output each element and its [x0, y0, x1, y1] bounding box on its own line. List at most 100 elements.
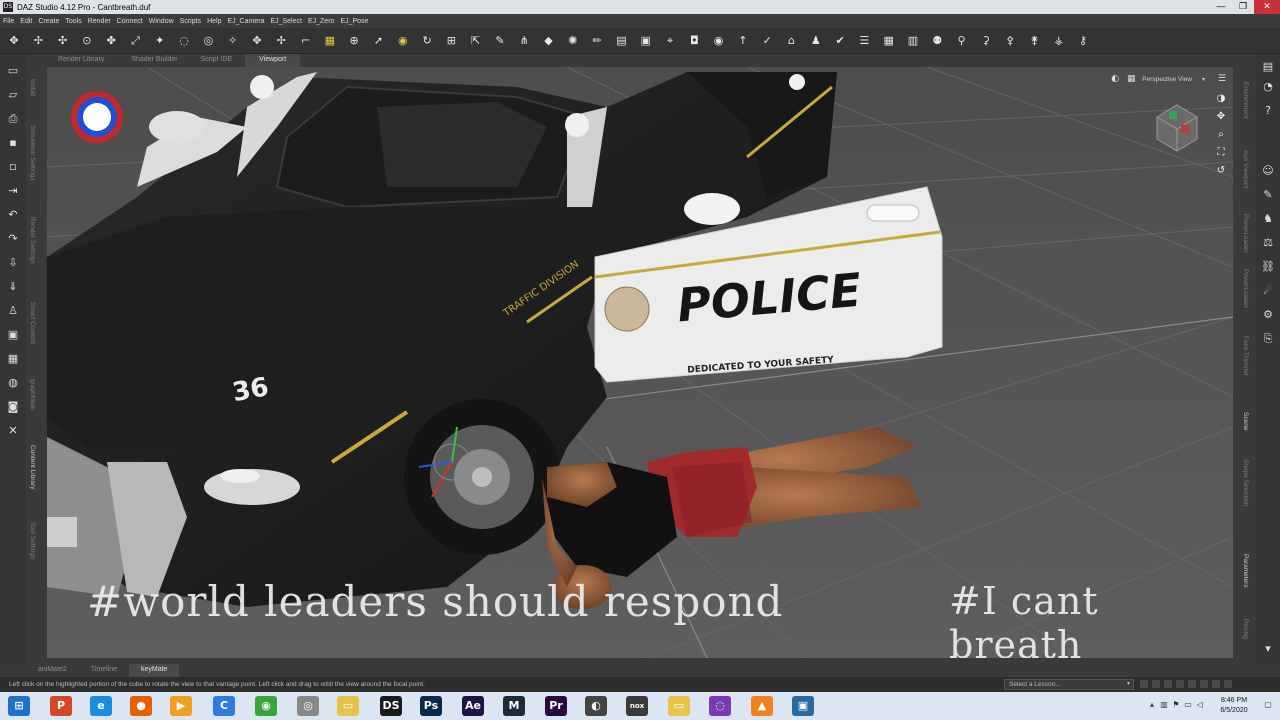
tab-simulation-settings[interactable]: Simulation Settings [29, 125, 36, 181]
taskbar-clock[interactable]: 8:46 PM 6/5/2020 [1216, 696, 1252, 716]
layout-icon[interactable]: ▥ [905, 33, 921, 49]
ccleaner-app[interactable]: C [213, 696, 235, 716]
render-icon[interactable]: ◍ [6, 376, 20, 390]
steam-app[interactable]: ◐ [585, 696, 607, 716]
open-file-icon[interactable]: ▱ [6, 88, 20, 102]
rotate-view-icon[interactable]: ↻ [419, 33, 435, 49]
physics-icon[interactable]: ☄ [1261, 284, 1275, 298]
import-icon[interactable]: ⇓ [6, 280, 20, 294]
scroll-down-icon[interactable]: ▾ [1261, 642, 1275, 656]
settings-app[interactable]: ◎ [297, 696, 319, 716]
ik-icon[interactable]: ⛓ [1261, 260, 1275, 274]
tab-viewport[interactable]: Viewport [245, 54, 301, 67]
tab-powerloader[interactable]: PowerLoader [1242, 214, 1249, 253]
tab-posing[interactable]: Posing [1242, 619, 1249, 639]
new-file-icon[interactable]: ▭ [6, 64, 20, 78]
flag-icon[interactable]: ⚑ [1172, 701, 1180, 709]
tab-aux-viewport[interactable]: Aux Viewport [1242, 150, 1249, 188]
translate-icon[interactable]: ✤ [103, 33, 119, 49]
merge-icon[interactable]: ⎙ [6, 112, 20, 126]
run-icon[interactable]: ⚲ [954, 33, 970, 49]
user-icon[interactable]: ◔ [1261, 80, 1275, 94]
up-arrow-icon[interactable]: ↑ [735, 33, 751, 49]
lesson-options-button[interactable] [1212, 680, 1220, 688]
bend-icon[interactable]: ⋔ [516, 33, 532, 49]
close-panel-icon[interactable]: ✕ [6, 424, 20, 438]
network-icon[interactable]: ▥ [1160, 701, 1168, 709]
joint-editor-icon[interactable]: ✣ [55, 33, 71, 49]
vlc-app[interactable]: ▲ [751, 696, 773, 716]
tab-animate2[interactable]: aniMate2 [26, 664, 79, 677]
figure-pose-icon[interactable]: ♙ [6, 304, 20, 318]
tab-render-settings[interactable]: Render Settings [29, 217, 36, 264]
start-button[interactable]: ⊞ [8, 696, 30, 716]
node-selection-icon[interactable]: ✥ [6, 33, 22, 49]
node-picker-icon[interactable]: ⌖ [662, 33, 678, 49]
display-app[interactable]: ▣ [792, 696, 814, 716]
figure-icon[interactable]: ♟ [808, 33, 824, 49]
brush-tool-icon[interactable]: ✎ [1261, 188, 1275, 202]
surface-selection-icon[interactable]: ◎ [200, 33, 216, 49]
dance-icon[interactable]: ⚵ [1026, 33, 1042, 49]
chrome-app[interactable]: ◉ [255, 696, 277, 716]
scale-icon[interactable]: ⤢ [127, 33, 143, 49]
menu-file[interactable]: File [3, 18, 14, 25]
tab-environment[interactable]: Environment [1242, 82, 1249, 119]
node-weight-icon[interactable]: ✦ [152, 33, 168, 49]
menu-ej-camera[interactable]: EJ_Camera [227, 18, 264, 25]
camera-selector[interactable]: Perspective View [1142, 76, 1192, 83]
pointer-icon[interactable]: ➚ [370, 33, 386, 49]
weight-icon[interactable]: ⚖ [1261, 236, 1275, 250]
tab-tool-settings[interactable]: Tool Settings [29, 522, 36, 559]
universal-tool-icon[interactable]: ✢ [30, 33, 46, 49]
settings-gear-icon[interactable]: ⚙ [1261, 308, 1275, 322]
tab-graphmate[interactable]: graphMate [29, 379, 36, 410]
notifications-icon[interactable]: ▢ [1262, 701, 1274, 709]
active-pose-icon[interactable]: ✢ [273, 33, 289, 49]
menu-ej-zero[interactable]: EJ_Zero [308, 18, 334, 25]
smart-content-icon[interactable]: ▦ [6, 352, 20, 366]
pose-tool-icon[interactable]: ✧ [225, 33, 241, 49]
tab-shape-selection[interactable]: Shape Selection [1242, 459, 1249, 506]
volume-icon[interactable]: ◁ [1196, 701, 1204, 709]
pose-icon[interactable]: ⚉ [929, 33, 945, 49]
menu-edit[interactable]: Edit [20, 18, 32, 25]
save-icon[interactable]: ▪ [6, 136, 20, 150]
menu-scripts[interactable]: Scripts [180, 18, 201, 25]
viewport[interactable]: 36 TRAFFIC DIVISION POLICE DEDICATED TO … [47, 67, 1233, 658]
folder-app[interactable]: ▭ [668, 696, 690, 716]
hat-icon[interactable]: ⌂ [784, 33, 800, 49]
brush-icon[interactable]: ✏ [589, 33, 605, 49]
collapse-icon[interactable]: ▤ [1261, 60, 1275, 74]
light-icon[interactable]: ✺ [565, 33, 581, 49]
after-effects-app[interactable]: Ae [462, 696, 484, 716]
move-view-icon[interactable]: ⊞ [443, 33, 459, 49]
tab-install[interactable]: Install [29, 79, 36, 96]
tab-render-library[interactable]: Render Library [26, 54, 117, 67]
target-icon[interactable]: ⊕ [346, 33, 362, 49]
tab-parameters[interactable]: Parameters [1242, 554, 1249, 588]
zoom-icon[interactable]: ⌕ [1215, 129, 1227, 141]
grid-icon[interactable]: ▦ [881, 33, 897, 49]
redo-icon[interactable]: ↷ [6, 232, 20, 246]
frame-icon[interactable]: ⛶ [1215, 147, 1227, 159]
tab-keymate[interactable]: keyMate [129, 664, 180, 677]
camera-icon[interactable]: ◘ [686, 33, 702, 49]
list-icon[interactable]: ☰ [856, 33, 872, 49]
tab-face-transfer[interactable]: Face Transfer [1242, 336, 1249, 376]
viewport-options-icon[interactable]: ☰ [1217, 74, 1227, 84]
explorer-app[interactable]: ▭ [337, 696, 359, 716]
tab-timeline[interactable]: Timeline [79, 664, 129, 677]
scale-view-icon[interactable]: ⇱ [468, 33, 484, 49]
export-icon[interactable]: ⇥ [6, 184, 20, 198]
geometry-editor-icon[interactable]: ◌ [176, 33, 192, 49]
premiere-app[interactable]: Pr [545, 696, 567, 716]
lesson-play-button[interactable] [1164, 680, 1172, 688]
browser-app[interactable]: ◌ [709, 696, 731, 716]
spot-render-icon[interactable]: ◉ [395, 33, 411, 49]
tab-scene[interactable]: Scene [1242, 412, 1249, 430]
menu-create[interactable]: Create [38, 18, 59, 25]
jump-icon[interactable]: ⚳ [978, 33, 994, 49]
tab-shader-builder[interactable]: Shader Builder [117, 54, 190, 67]
lock-icon[interactable]: ▣ [638, 33, 654, 49]
